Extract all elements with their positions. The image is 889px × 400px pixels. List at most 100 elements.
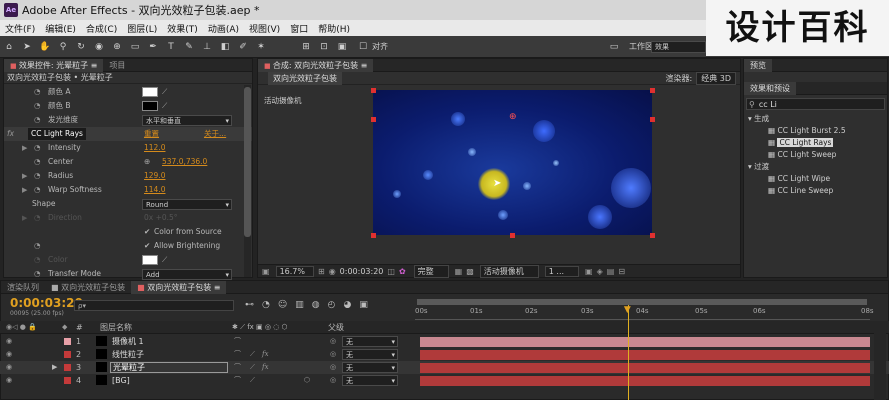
- layer-label-color[interactable]: [64, 377, 71, 384]
- eyedropper-icon[interactable]: ⟋: [162, 253, 167, 267]
- stopwatch-icon[interactable]: ◔: [34, 169, 41, 183]
- frame-blending-icon[interactable]: ▥: [295, 300, 304, 310]
- tab-timeline-1[interactable]: ■ 双向光效粒子包装: [45, 281, 131, 294]
- quality-switch-icon[interactable]: ⟋: [250, 348, 255, 361]
- shy-switch-icon[interactable]: ⌒: [234, 348, 241, 361]
- tab-effects-presets[interactable]: 效果和预设: [744, 81, 796, 95]
- stopwatch-icon[interactable]: ◔: [34, 99, 41, 113]
- view-select[interactable]: 活动摄像机: [479, 264, 539, 278]
- visibility-icon[interactable]: ◉: [6, 374, 12, 387]
- layer-row-selected[interactable]: ◉ ▶ 3 光晕粒子 ⌒ ⟋ fx ◎ 无: [0, 361, 889, 374]
- renderer-select[interactable]: 经典 3D: [696, 71, 736, 85]
- effect-controls-scrollbar[interactable]: [244, 85, 251, 277]
- layer-search-input[interactable]: ρ▾: [74, 300, 234, 311]
- always-preview-icon[interactable]: ▣: [262, 267, 270, 276]
- pan-behind-tool-icon[interactable]: ⊕: [111, 41, 123, 53]
- expand-triangle-icon[interactable]: ▶: [22, 169, 27, 183]
- safe-zones-icon[interactable]: ⊞: [318, 267, 325, 276]
- rotate-tool-icon[interactable]: ↻: [75, 41, 87, 53]
- effect-item[interactable]: ▦ CC Light Burst 2.5: [748, 125, 887, 137]
- region-of-interest-icon[interactable]: ▦: [455, 267, 463, 276]
- column-layer-name[interactable]: 图层名称: [100, 321, 132, 334]
- toggle-pixel-aspect-icon[interactable]: ▣: [585, 267, 593, 276]
- layer-name[interactable]: [BG]: [112, 374, 130, 387]
- menu-window[interactable]: 窗口: [285, 22, 313, 35]
- stopwatch-icon[interactable]: ◔: [34, 267, 41, 281]
- stopwatch-icon[interactable]: ◔: [34, 155, 41, 169]
- axis-world-icon[interactable]: ⊡: [318, 41, 330, 53]
- zoom-select[interactable]: 16.7%: [275, 265, 314, 277]
- menu-animation[interactable]: 动画(A): [203, 22, 244, 35]
- graph-editor-icon[interactable]: ◴: [328, 300, 336, 310]
- parent-select[interactable]: 无: [342, 349, 398, 360]
- composition-viewer-canvas[interactable]: ➤ ⊕: [373, 90, 652, 235]
- mask-tool-icon[interactable]: ▭: [129, 41, 141, 53]
- menu-effect[interactable]: 效果(T): [162, 22, 203, 35]
- axis-mode-icon[interactable]: ⊞: [300, 41, 312, 53]
- reset-link[interactable]: 重置: [144, 127, 159, 141]
- effect-item[interactable]: ▦ CC Line Sweep: [748, 185, 887, 197]
- layer-row[interactable]: ◉ 2 线性粒子 ⌒ ⟋ fx ◎ 无: [0, 348, 889, 361]
- stopwatch-icon[interactable]: ◔: [34, 141, 41, 155]
- effects-group-generate[interactable]: ▾ 生成: [748, 113, 887, 125]
- tab-render-queue[interactable]: 渲染队列: [1, 281, 45, 294]
- color-b-swatch[interactable]: [142, 101, 158, 111]
- tab-effect-controls[interactable]: ■ 效果控件: 光晕粒子 ≡: [4, 58, 104, 72]
- home-icon[interactable]: ⌂: [3, 41, 15, 53]
- comp-mini-flowchart-icon[interactable]: ⊷: [245, 300, 254, 310]
- hand-tool-icon[interactable]: ✋: [39, 41, 51, 53]
- layer-handle[interactable]: [371, 88, 376, 93]
- time-ruler[interactable]: 00s 01s 02s 03s 04s 05s 06s 08s: [415, 298, 874, 320]
- layer-handle[interactable]: [371, 233, 376, 238]
- effect-item-selected[interactable]: ▦ CC Light Rays: [748, 137, 887, 149]
- type-tool-icon[interactable]: T: [165, 41, 177, 53]
- layer-duration-bar[interactable]: [420, 376, 870, 386]
- intensity-value[interactable]: 112.0: [144, 141, 165, 155]
- shy-switch-icon[interactable]: ⌒: [234, 335, 241, 348]
- layer-name[interactable]: 光晕粒子: [110, 362, 228, 373]
- menu-edit[interactable]: 编辑(E): [40, 22, 81, 35]
- brush-tool-icon[interactable]: ✎: [183, 41, 195, 53]
- hide-shy-layers-icon[interactable]: ☺: [278, 300, 287, 310]
- eraser-tool-icon[interactable]: ◧: [219, 41, 231, 53]
- camera-snapshot-icon[interactable]: ◉: [329, 267, 336, 276]
- crosshair-icon[interactable]: ⊕: [144, 155, 150, 169]
- pick-whip-icon[interactable]: ◎: [330, 361, 336, 374]
- flowchart-icon[interactable]: ⊟: [618, 267, 625, 276]
- warp-softness-value[interactable]: 114.0: [144, 183, 165, 197]
- expand-triangle-icon[interactable]: ▶: [22, 211, 27, 225]
- layer-handle[interactable]: [510, 233, 515, 238]
- scrollbar-thumb[interactable]: [244, 87, 251, 237]
- effect-item[interactable]: ▦ CC Light Sweep: [748, 149, 887, 161]
- shy-switch-icon[interactable]: ⌒: [234, 361, 241, 374]
- puppet-tool-icon[interactable]: ✶: [255, 41, 267, 53]
- effect-header-cc-light-rays[interactable]: fx CC Light Rays 重置 关于...: [4, 127, 252, 141]
- layer-duration-bar[interactable]: [420, 350, 870, 360]
- pick-whip-icon[interactable]: ◎: [330, 335, 336, 348]
- visibility-icon[interactable]: ◉: [6, 361, 12, 374]
- parent-select[interactable]: 无: [342, 375, 398, 386]
- menu-composition[interactable]: 合成(C): [81, 22, 122, 35]
- axis-view-icon[interactable]: ▣: [336, 41, 348, 53]
- layer-duration-bar[interactable]: [420, 363, 870, 373]
- quality-switch-icon[interactable]: ⟋: [250, 361, 255, 374]
- fx-icon[interactable]: fx: [7, 127, 14, 141]
- effects-search-input[interactable]: ⚲ cc Li: [746, 98, 885, 110]
- clone-stamp-tool-icon[interactable]: ⊥: [201, 41, 213, 53]
- color-swatch[interactable]: [142, 255, 158, 265]
- playhead[interactable]: ▼: [624, 305, 631, 400]
- playhead-marker-icon[interactable]: ▼: [624, 305, 631, 315]
- draft-3d-icon[interactable]: ◔: [262, 300, 270, 310]
- selection-tool-icon[interactable]: ➤: [21, 41, 33, 53]
- color-from-source-checkbox[interactable]: ✔: [144, 225, 150, 239]
- menu-file[interactable]: 文件(F): [0, 22, 40, 35]
- stopwatch-icon[interactable]: ◔: [34, 211, 41, 225]
- zoom-tool-icon[interactable]: ⚲: [57, 41, 69, 53]
- motion-blur-icon[interactable]: ◍: [312, 300, 320, 310]
- workspace-toggle-icon[interactable]: ▭: [608, 41, 620, 53]
- glow-dimensions-select[interactable]: 水平和垂直: [142, 115, 232, 126]
- layer-label-color[interactable]: [64, 351, 71, 358]
- timecode-display[interactable]: 0:00:03:20: [340, 267, 384, 276]
- tab-preview[interactable]: 预览: [744, 58, 772, 72]
- transfer-mode-select[interactable]: Add: [142, 269, 232, 280]
